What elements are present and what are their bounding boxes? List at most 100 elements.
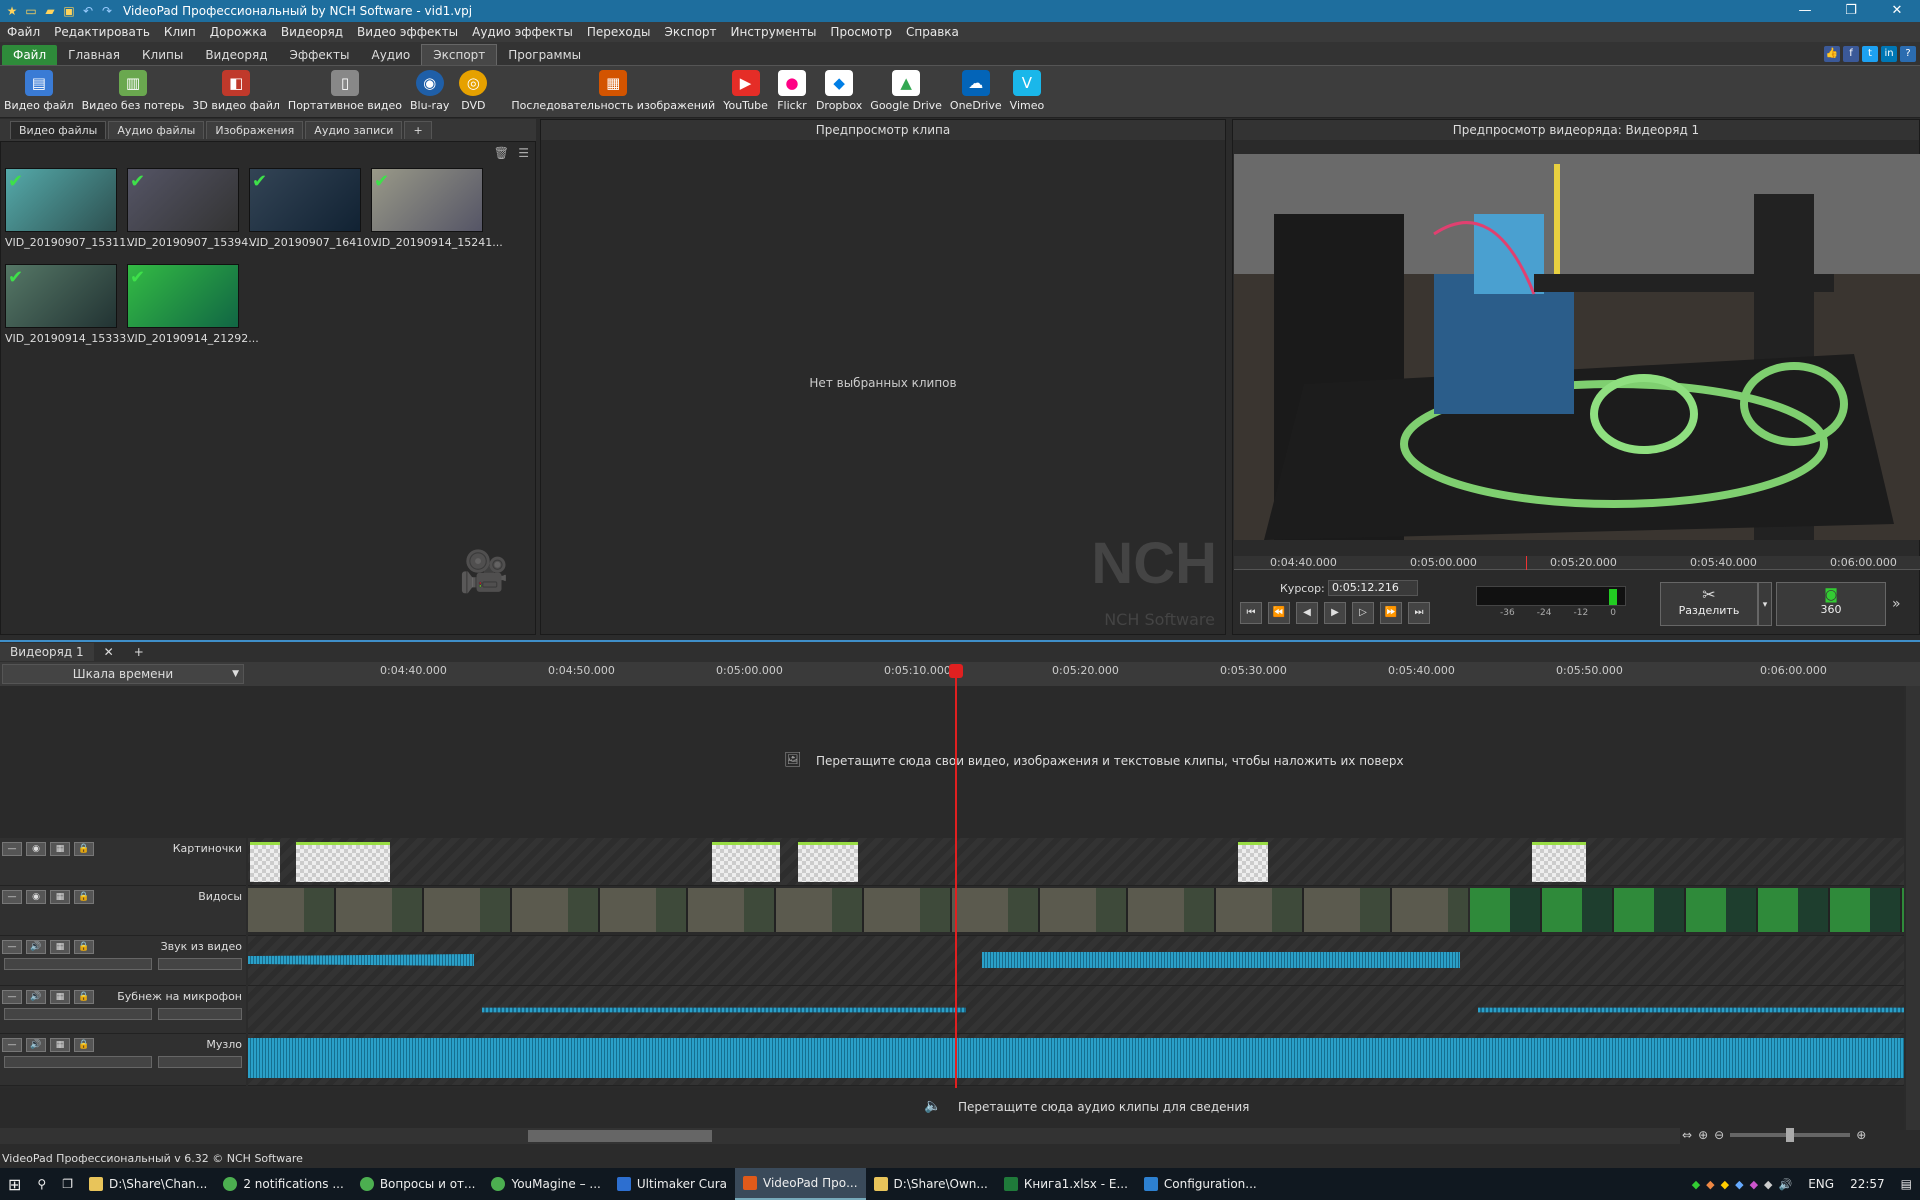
collapse-icon[interactable]: — [2, 890, 22, 904]
open-icon[interactable]: ▰ [42, 3, 58, 19]
tab-video-files[interactable]: Видео файлы [10, 121, 107, 139]
audio-waveform[interactable] [248, 1038, 1904, 1078]
image-clip[interactable] [250, 842, 280, 882]
tab-export[interactable]: Экспорт [421, 44, 498, 65]
menu-edit[interactable]: Редактировать [47, 25, 157, 39]
help-icon[interactable]: ? [1900, 46, 1916, 62]
image-clip[interactable] [712, 842, 780, 882]
lock-icon[interactable]: 🔒 [74, 1038, 94, 1052]
zoom-out-icon[interactable]: ⊖ [1714, 1128, 1724, 1142]
eye-icon[interactable]: ◉ [26, 890, 46, 904]
audio-drop-zone[interactable]: 🔈 Перетащите сюда аудио клипы для сведен… [0, 1088, 1904, 1130]
taskbar-item-explorer-2[interactable]: D:\Share\Own... [866, 1168, 996, 1200]
pan-slider[interactable] [158, 1056, 242, 1068]
export-bluray-button[interactable]: ◉ Blu-ray [406, 66, 453, 112]
fx-icon[interactable]: ▦ [50, 940, 70, 954]
media-thumb-1[interactable]: ✔ [5, 168, 117, 232]
maximize-button[interactable]: ❐ [1828, 0, 1874, 22]
playhead-handle[interactable] [949, 664, 963, 678]
lock-icon[interactable]: 🔒 [74, 940, 94, 954]
menu-track[interactable]: Дорожка [203, 25, 274, 39]
split-button[interactable]: ✂ Разделить [1660, 582, 1758, 626]
search-button[interactable]: ⚲ [29, 1168, 54, 1200]
notifications-icon[interactable]: ▤ [1893, 1168, 1920, 1200]
save-icon[interactable]: ▣ [61, 3, 77, 19]
taskbar-item-videopad[interactable]: VideoPad Про... [735, 1168, 866, 1200]
audio-waveform[interactable] [248, 954, 474, 966]
menu-file[interactable]: Файл [0, 25, 47, 39]
split-dropdown-button[interactable]: ▾ [1758, 582, 1772, 626]
add-bin-button[interactable]: + [404, 121, 432, 139]
vr360-button[interactable]: ◙ 360 [1776, 582, 1886, 626]
media-thumb-3[interactable]: ✔ [249, 168, 361, 232]
speaker-icon[interactable]: 🔊 [26, 990, 46, 1004]
video-clip[interactable] [1470, 888, 1904, 932]
volume-slider[interactable] [4, 958, 152, 970]
step-forward-icon[interactable]: ▷ [1352, 602, 1374, 624]
cursor-time-field[interactable]: 0:05:12.216 [1328, 580, 1418, 596]
timeline-horizontal-scrollbar[interactable] [0, 1128, 1680, 1144]
scroll-thumb[interactable] [528, 1130, 712, 1142]
media-thumb-2[interactable]: ✔ [127, 168, 239, 232]
facebook-icon[interactable]: f [1843, 46, 1859, 62]
taskbar-item-chrome-2[interactable]: Вопросы и от... [352, 1168, 484, 1200]
collapse-icon[interactable]: — [2, 842, 22, 856]
tab-audio[interactable]: Аудио [361, 45, 422, 65]
menu-help[interactable]: Справка [899, 25, 966, 39]
task-view-button[interactable]: ❐ [54, 1168, 81, 1200]
list-view-icon[interactable]: ☰ [518, 146, 529, 160]
go-start-icon[interactable]: ⏮ [1240, 602, 1262, 624]
go-end-icon[interactable]: ⏭ [1408, 602, 1430, 624]
fx-icon[interactable]: ▦ [50, 890, 70, 904]
language-indicator[interactable]: ENG [1800, 1168, 1842, 1200]
zoom-slider-thumb[interactable] [1786, 1128, 1795, 1142]
close-sequence-icon[interactable]: ✕ [94, 643, 124, 661]
tab-clips[interactable]: Клипы [131, 45, 194, 65]
volume-slider[interactable] [4, 1056, 152, 1068]
export-google-drive-button[interactable]: ▲ Google Drive [866, 66, 946, 112]
zoom-in-icon[interactable]: ⊕ [1856, 1128, 1866, 1142]
add-sequence-button[interactable]: + [124, 643, 154, 661]
volume-slider[interactable] [4, 1008, 152, 1020]
tab-audio-records[interactable]: Аудио записи [305, 121, 403, 139]
lock-icon[interactable]: 🔒 [74, 890, 94, 904]
tray-icons[interactable]: ◆ ◆ ◆ ◆ ◆ ◆ 🔊 [1684, 1168, 1801, 1200]
pan-slider[interactable] [158, 1008, 242, 1020]
prev-clip-icon[interactable]: ⏪ [1268, 602, 1290, 624]
close-button[interactable]: ✕ [1874, 0, 1920, 22]
delete-icon[interactable]: 🗑 [494, 146, 509, 160]
tab-home[interactable]: Главная [57, 45, 131, 65]
start-button[interactable]: ⊞ [0, 1168, 29, 1200]
expand-toolbar-icon[interactable]: » [1892, 596, 1901, 612]
zoom-fit-icon[interactable]: ⊕ [1698, 1128, 1708, 1142]
redo-icon[interactable]: ↷ [99, 3, 115, 19]
audio-waveform[interactable] [482, 1007, 966, 1013]
export-image-sequence-button[interactable]: ▦ Последовательность изображений [507, 66, 719, 112]
fx-icon[interactable]: ▦ [50, 842, 70, 856]
fx-icon[interactable]: ▦ [50, 990, 70, 1004]
twitter-icon[interactable]: t [1862, 46, 1878, 62]
tab-sequence-1[interactable]: Видеоряд 1 [0, 643, 94, 661]
export-youtube-button[interactable]: ▶ YouTube [719, 66, 772, 112]
taskbar-item-explorer-1[interactable]: D:\Share\Chan... [81, 1168, 215, 1200]
menu-export[interactable]: Экспорт [658, 25, 724, 39]
tab-audio-files[interactable]: Аудио файлы [108, 121, 205, 139]
media-thumb-6[interactable]: ✔ [127, 264, 239, 328]
taskbar-item-chrome-3[interactable]: YouMagine – ... [483, 1168, 608, 1200]
fit-icon[interactable]: ⇔ [1682, 1128, 1692, 1142]
track-video-audio[interactable] [248, 936, 1904, 986]
next-clip-icon[interactable]: ⏩ [1380, 602, 1402, 624]
new-icon[interactable]: ▭ [23, 3, 39, 19]
audio-waveform[interactable] [1478, 1007, 1904, 1013]
media-thumb-5[interactable]: ✔ [5, 264, 117, 328]
export-onedrive-button[interactable]: ☁ OneDrive [946, 66, 1006, 112]
export-dvd-button[interactable]: ◎ DVD [453, 66, 493, 112]
audio-waveform[interactable] [982, 952, 1460, 968]
undo-icon[interactable]: ↶ [80, 3, 96, 19]
export-vimeo-button[interactable]: V Vimeo [1006, 66, 1049, 112]
image-clip[interactable] [1532, 842, 1586, 882]
media-thumb-4[interactable]: ✔ [371, 168, 483, 232]
menu-transitions[interactable]: Переходы [580, 25, 658, 39]
taskbar-item-cura[interactable]: Ultimaker Cura [609, 1168, 735, 1200]
zoom-slider[interactable] [1730, 1128, 1851, 1142]
